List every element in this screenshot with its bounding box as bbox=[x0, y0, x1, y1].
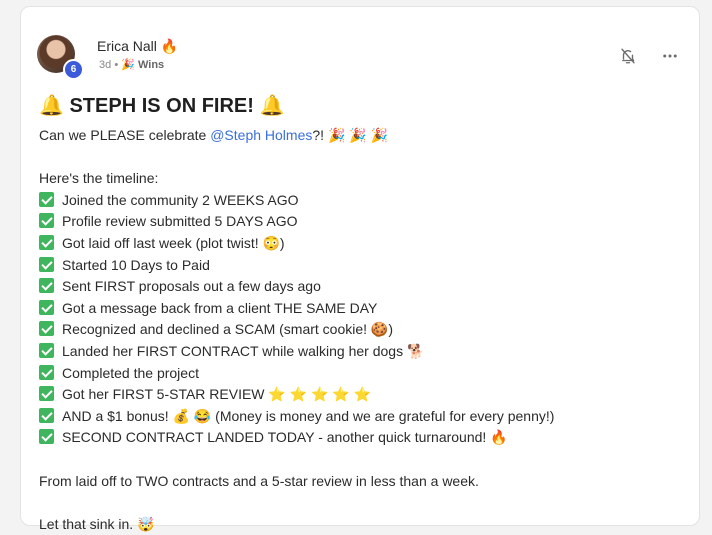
check-icon bbox=[39, 364, 54, 380]
check-icon bbox=[39, 342, 54, 358]
list-item-text: Got laid off last week (plot twist! 😳) bbox=[62, 234, 285, 251]
list-item-text: Landed her FIRST CONTRACT while walking … bbox=[62, 342, 425, 359]
list-item: AND a $1 bonus! 💰 😂 (Money is money and … bbox=[39, 406, 679, 428]
list-item-text: Joined the community 2 WEEKS AGO bbox=[62, 191, 299, 208]
more-horizontal-icon bbox=[663, 54, 677, 58]
check-icon bbox=[39, 278, 54, 294]
list-item: SECOND CONTRACT LANDED TODAY - another q… bbox=[39, 427, 679, 449]
level-badge: 6 bbox=[63, 59, 84, 80]
list-item-text: Completed the project bbox=[62, 364, 199, 381]
list-item: Joined the community 2 WEEKS AGO bbox=[39, 190, 679, 212]
bell-off-icon bbox=[621, 48, 635, 64]
check-icon bbox=[39, 429, 54, 445]
check-icon bbox=[39, 234, 54, 250]
list-item-text: Profile review submitted 5 DAYS AGO bbox=[62, 213, 298, 230]
list-item: Recognized and declined a SCAM (smart co… bbox=[39, 319, 679, 341]
list-item-text: Got her FIRST 5-STAR REVIEW ⭐ ⭐ ⭐ ⭐ ⭐ bbox=[62, 386, 372, 403]
timeline-heading: Here's the timeline: bbox=[39, 170, 159, 187]
post-actions bbox=[617, 45, 681, 67]
author-name-text[interactable]: Erica Nall bbox=[97, 38, 157, 54]
post-category[interactable]: Wins bbox=[138, 59, 164, 71]
list-item: Got a message back from a client THE SAM… bbox=[39, 298, 679, 320]
post-meta: 3d • 🎉 Wins bbox=[99, 58, 164, 71]
post-title: 🔔 STEPH IS ON FIRE! 🔔 bbox=[39, 95, 285, 117]
list-item: Sent FIRST proposals out a few days ago bbox=[39, 276, 679, 298]
list-item: Completed the project bbox=[39, 363, 679, 385]
check-icon bbox=[39, 407, 54, 423]
list-item-text: Started 10 Days to Paid bbox=[62, 256, 210, 273]
more-options-button[interactable] bbox=[659, 45, 681, 67]
post-card: 6 Erica Nall 🔥 3d • 🎉 Wins 🔔 STEPH IS ON… bbox=[20, 6, 700, 532]
check-icon bbox=[39, 213, 54, 229]
list-item-text: SECOND CONTRACT LANDED TODAY - another q… bbox=[62, 429, 508, 446]
intro-line: Can we PLEASE celebrate @Steph Holmes?! … bbox=[39, 125, 679, 147]
mention-link[interactable]: @Steph Holmes bbox=[210, 127, 312, 143]
list-item-text: AND a $1 bonus! 💰 😂 (Money is money and … bbox=[62, 407, 555, 424]
summary-text: From laid off to TWO contracts and a 5-s… bbox=[39, 472, 479, 489]
list-item: Landed her FIRST CONTRACT while walking … bbox=[39, 341, 679, 363]
category-emoji: 🎉 bbox=[121, 59, 135, 71]
intro-text-after: ?! 🎉 🎉 🎉 bbox=[312, 127, 389, 143]
check-icon bbox=[39, 256, 54, 272]
list-item: Got her FIRST 5-STAR REVIEW ⭐ ⭐ ⭐ ⭐ ⭐ bbox=[39, 384, 679, 406]
check-icon bbox=[39, 191, 54, 207]
post-body: Can we PLEASE celebrate @Steph Holmes?! … bbox=[39, 125, 679, 535]
check-icon bbox=[39, 299, 54, 315]
check-icon bbox=[39, 386, 54, 402]
list-item-text: Got a message back from a client THE SAM… bbox=[62, 299, 378, 316]
avatar[interactable]: 6 bbox=[37, 35, 84, 80]
check-icon bbox=[39, 321, 54, 337]
timeline-list: Joined the community 2 WEEKS AGO Profile… bbox=[39, 190, 679, 449]
list-item: Got laid off last week (plot twist! 😳) bbox=[39, 233, 679, 255]
closing-text: Let that sink in. 🤯 bbox=[39, 515, 155, 532]
post-header: 6 Erica Nall 🔥 3d • 🎉 Wins bbox=[37, 35, 677, 80]
list-item: Started 10 Days to Paid bbox=[39, 255, 679, 277]
post-time[interactable]: 3d bbox=[99, 59, 111, 71]
intro-text: Can we PLEASE celebrate bbox=[39, 127, 211, 143]
notification-toggle-button[interactable] bbox=[617, 45, 639, 67]
author-name[interactable]: Erica Nall 🔥 bbox=[97, 38, 178, 55]
list-item: Profile review submitted 5 DAYS AGO bbox=[39, 211, 679, 233]
list-item-text: Sent FIRST proposals out a few days ago bbox=[62, 278, 321, 295]
meta-separator: • bbox=[114, 59, 119, 71]
fire-emoji: 🔥 bbox=[160, 38, 179, 54]
list-item-text: Recognized and declined a SCAM (smart co… bbox=[62, 321, 394, 338]
